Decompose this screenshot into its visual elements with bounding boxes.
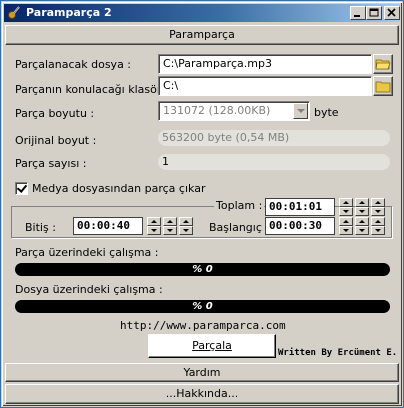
close-button[interactable]	[384, 6, 400, 20]
part-size-select[interactable]: 131072 (128.00KB)	[158, 101, 310, 121]
file-progress-bar: % 0	[15, 300, 390, 313]
tab-help-label: Yardım	[183, 366, 221, 379]
part-progress-label: Parça üzerindeki çalışma :	[15, 246, 159, 259]
part-size-label: Parça boyutu :	[15, 107, 95, 120]
close-icon	[387, 8, 396, 17]
tab-paramparca-label: Paramparça	[169, 28, 235, 41]
extract-media-checkbox[interactable]	[15, 182, 28, 195]
title-bar[interactable]: Paramparça 2	[4, 4, 400, 22]
end-min-down[interactable]	[163, 226, 177, 235]
start-sec-up[interactable]	[371, 217, 385, 226]
part-progress-bar: % 0	[15, 263, 390, 276]
total-hour-down[interactable]	[339, 207, 353, 216]
end-sec-down[interactable]	[179, 226, 193, 235]
start-sec-down[interactable]	[371, 226, 385, 235]
app-icon	[8, 6, 20, 19]
tab-about-label: ...Hakkında...	[165, 387, 239, 400]
end-sec-up[interactable]	[179, 217, 193, 226]
part-count-label: Parça sayısı :	[15, 157, 87, 170]
start-hour-up[interactable]	[339, 217, 353, 226]
open-folder-icon	[375, 59, 391, 70]
total-min-up[interactable]	[355, 198, 369, 207]
start-hour-down[interactable]	[339, 226, 353, 235]
part-size-value: 131072 (128.00KB)	[163, 104, 271, 117]
author-credit: Written By Ercüment E.	[278, 348, 398, 358]
part-count-value: 1	[158, 154, 390, 170]
website-link[interactable]: http://www.paramparca.com	[120, 319, 286, 332]
split-button[interactable]: Parçala	[148, 334, 276, 358]
total-hour-up[interactable]	[339, 198, 353, 207]
extract-media-label: Medya dosyasından parça çıkar	[32, 182, 206, 195]
minimize-icon	[354, 15, 360, 17]
end-min-up[interactable]	[163, 217, 177, 226]
maximize-button[interactable]	[366, 6, 382, 20]
start-time-label: Başlangıç :	[209, 221, 270, 234]
target-folder-input[interactable]: C:\	[158, 76, 372, 96]
end-hour-up[interactable]	[147, 217, 161, 226]
tab-about[interactable]: ...Hakkında...	[5, 384, 399, 404]
end-hour-down[interactable]	[147, 226, 161, 235]
chevron-down-icon[interactable]	[293, 103, 308, 119]
start-min-up[interactable]	[355, 217, 369, 226]
total-time-label: Toplam :	[214, 199, 265, 212]
maximize-icon	[369, 8, 379, 17]
total-time-display: 00:01:01	[265, 198, 335, 216]
total-sec-up[interactable]	[371, 198, 385, 207]
target-folder-label: Parçanın konulacağı klasör :	[15, 83, 169, 96]
tab-paramparca[interactable]: Paramparça	[5, 25, 399, 45]
tab-help[interactable]: Yardım	[5, 363, 399, 382]
window-title: Paramparça 2	[26, 6, 112, 19]
start-time-input[interactable]: 00:00:30	[265, 217, 335, 235]
file-progress-label: Dosya üzerindeki çalışma :	[15, 283, 163, 296]
browse-folder-button[interactable]	[373, 76, 393, 96]
browse-file-button[interactable]	[373, 54, 393, 74]
original-size-value: 563200 byte (0,54 MB)	[158, 130, 390, 146]
original-size-label: Orijinal boyut :	[15, 134, 97, 147]
part-size-unit: byte	[314, 106, 339, 119]
end-time-label: Bitiş :	[25, 221, 56, 234]
minimize-button[interactable]	[350, 6, 366, 20]
main-window: Paramparça 2 Paramparça Parçalanacak dos…	[0, 0, 404, 408]
source-file-input[interactable]: C:\Paramparça.mp3	[158, 54, 372, 74]
start-min-down[interactable]	[355, 226, 369, 235]
total-sec-down[interactable]	[371, 207, 385, 216]
total-min-down[interactable]	[355, 207, 369, 216]
end-time-input[interactable]: 00:00:40	[73, 217, 143, 235]
part-progress-text: % 0	[192, 264, 213, 275]
folder-icon	[375, 81, 391, 93]
split-button-label: Parçala	[192, 339, 232, 352]
file-progress-text: % 0	[192, 301, 213, 312]
source-file-label: Parçalanacak dosya :	[15, 58, 132, 71]
